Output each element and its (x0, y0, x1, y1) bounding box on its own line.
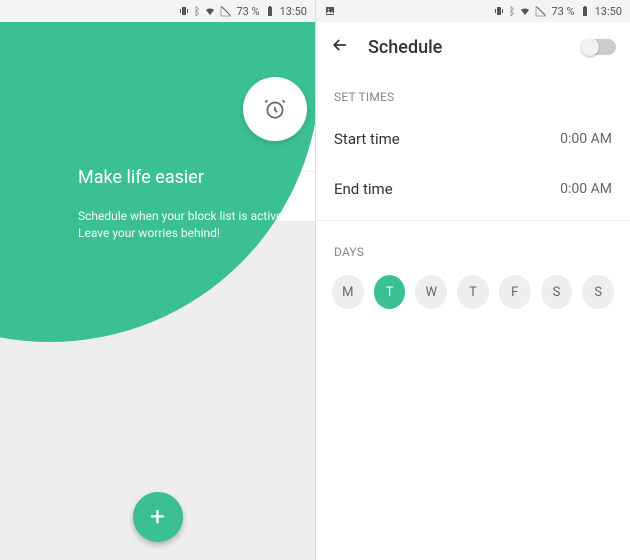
toolbar: Schedule (316, 22, 630, 72)
start-time-value: 0:00 AM (560, 131, 612, 147)
back-button[interactable] (330, 35, 350, 59)
start-time-label: Start time (334, 130, 400, 148)
alarm-icon (262, 96, 288, 122)
page-title: Schedule (368, 37, 442, 58)
battery-icon (264, 5, 276, 17)
bt-icon: ᛒ (194, 5, 201, 18)
vibrate-icon (493, 5, 505, 17)
bt-icon: ᛒ (509, 5, 516, 18)
battery-icon (579, 5, 591, 17)
wifi-icon (519, 5, 531, 17)
wifi-icon (204, 5, 216, 17)
battery-pct: 73 % (551, 5, 574, 18)
onboarding-text: Make life easier Schedule when your bloc… (78, 167, 308, 243)
plus-icon: + (150, 502, 165, 532)
battery-pct: 73 % (236, 5, 259, 18)
image-icon (324, 5, 336, 17)
section-set-times: SET TIMES (316, 72, 630, 114)
day-mon[interactable]: M (332, 275, 364, 309)
onboarding-heading: Make life easier (78, 167, 308, 188)
clock-text: 13:50 (595, 5, 622, 18)
schedule-toggle[interactable] (582, 39, 616, 55)
day-tue[interactable]: T (374, 275, 406, 309)
section-days: DAYS (316, 227, 630, 269)
add-button[interactable]: + (133, 492, 183, 542)
day-sun[interactable]: S (582, 275, 614, 309)
statusbar-left: ᛒ 73 % 13:50 (0, 0, 315, 22)
arrow-left-icon (330, 35, 350, 55)
divider (316, 220, 630, 221)
onboarding-body: Schedule when your block list is active.… (78, 208, 308, 243)
end-time-label: End time (334, 180, 393, 198)
day-wed[interactable]: W (415, 275, 447, 309)
day-thu[interactable]: T (457, 275, 489, 309)
clock-text: 13:50 (280, 5, 307, 18)
statusbar-right: ᛒ 73 % 13:50 (316, 0, 630, 22)
day-fri[interactable]: F (499, 275, 531, 309)
days-row: M T W T F S S (316, 269, 630, 315)
no-signal-icon (220, 5, 232, 17)
start-time-row[interactable]: Start time 0:00 AM (316, 114, 630, 164)
no-signal-icon (535, 5, 547, 17)
clock-badge (243, 77, 307, 141)
end-time-row[interactable]: End time 0:00 AM (316, 164, 630, 214)
end-time-value: 0:00 AM (560, 181, 612, 197)
day-sat[interactable]: S (541, 275, 573, 309)
vibrate-icon (178, 5, 190, 17)
